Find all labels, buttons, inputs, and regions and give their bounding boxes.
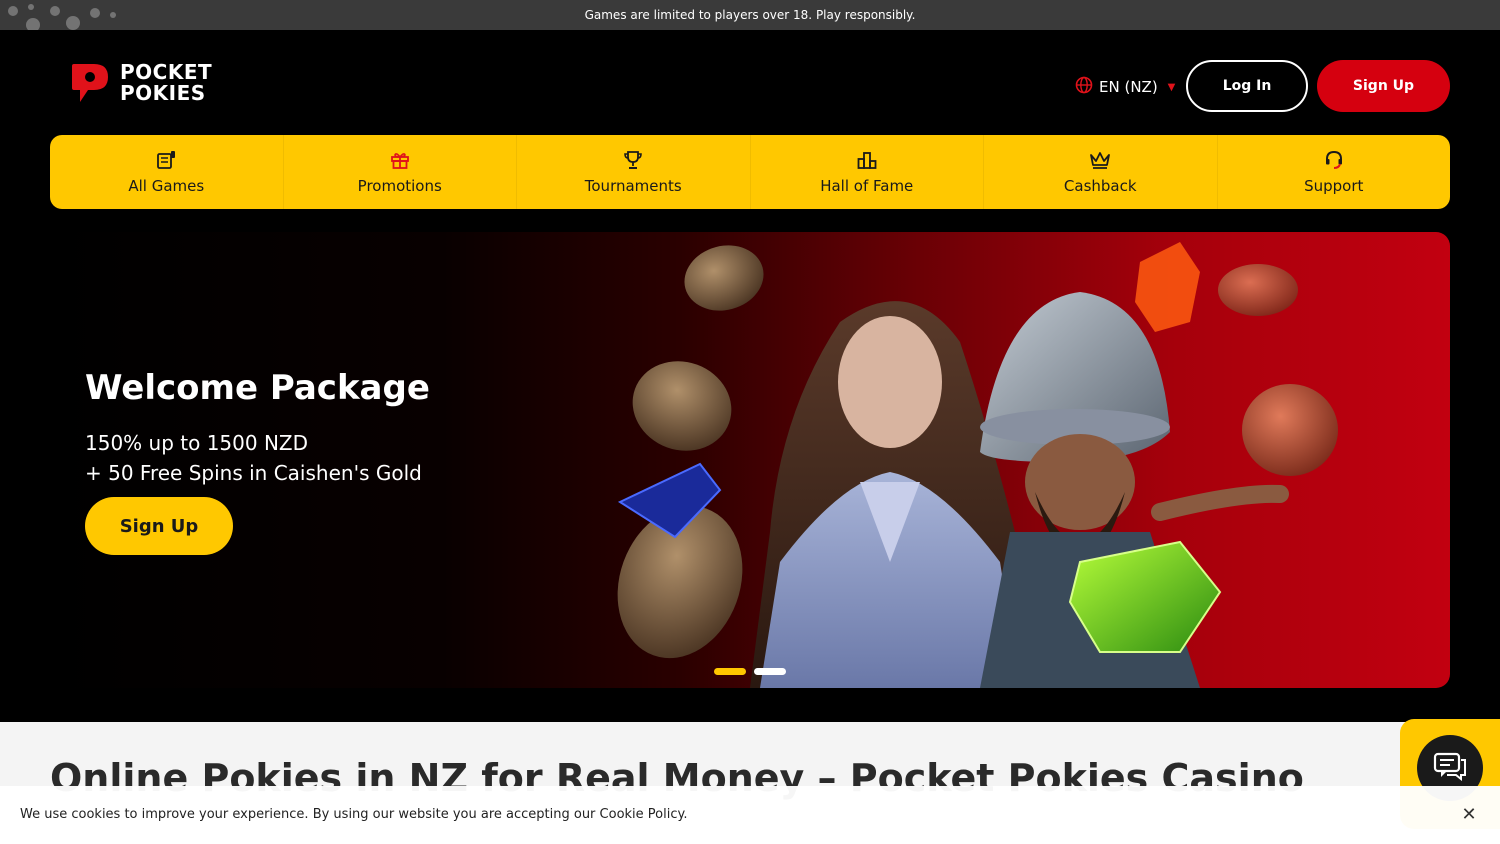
main-nav: All Games Promotions Tournaments Hall of… <box>50 135 1450 209</box>
decorative-dots <box>6 4 126 32</box>
trophy-icon <box>622 149 644 171</box>
nav-label: Support <box>1304 177 1364 195</box>
close-icon[interactable]: ✕ <box>1459 804 1479 825</box>
nav-item-promotions[interactable]: Promotions <box>284 135 517 209</box>
gift-icon <box>389 149 411 171</box>
hero-offer-line-2: + 50 Free Spins in Caishen's Gold <box>85 461 422 485</box>
logo-line-1: POCKET <box>120 60 213 84</box>
nav-item-cashback[interactable]: Cashback <box>984 135 1218 209</box>
nav-label: Promotions <box>357 177 442 195</box>
logo-wordmark: POCKET POKIES <box>120 62 212 104</box>
nav-label: All Games <box>128 177 205 195</box>
nav-item-support[interactable]: Support <box>1218 135 1451 209</box>
games-icon <box>155 149 177 171</box>
nav-label: Tournaments <box>584 177 682 195</box>
site-header: POCKET POKIES EN (NZ) ▼ Log In Sign Up <box>0 30 1500 135</box>
nav-item-tournaments[interactable]: Tournaments <box>517 135 751 209</box>
nav-item-hall-of-fame[interactable]: Hall of Fame <box>751 135 984 209</box>
chevron-down-icon: ▼ <box>1167 81 1176 93</box>
logo-line-2: POKIES <box>120 81 206 105</box>
headset-icon <box>1323 149 1345 171</box>
hero-offer-line-1: 150% up to 1500 NZD <box>85 431 309 455</box>
nav-label: Cashback <box>1063 177 1137 195</box>
site-logo[interactable]: POCKET POKIES <box>70 62 212 104</box>
nav-item-all-games[interactable]: All Games <box>50 135 284 209</box>
login-button[interactable]: Log In <box>1186 60 1308 112</box>
carousel-pager <box>714 668 786 675</box>
carousel-dot-1[interactable] <box>714 668 746 675</box>
hero-subtitle: 150% up to 1500 NZD + 50 Free Spins in C… <box>85 428 422 488</box>
hero-banner[interactable]: Welcome Package 150% up to 1500 NZD + 50… <box>50 232 1450 688</box>
crown-icon <box>1089 149 1111 171</box>
podium-icon <box>856 149 878 171</box>
hero-signup-button[interactable]: Sign Up <box>85 497 233 555</box>
hero-illustration <box>617 242 1338 688</box>
carousel-dot-2[interactable] <box>754 668 786 675</box>
language-selector[interactable]: EN (NZ) ▼ <box>1075 76 1175 98</box>
age-notice-text: Games are limited to players over 18. Pl… <box>584 8 916 22</box>
globe-icon <box>1075 76 1093 98</box>
nav-label: Hall of Fame <box>820 177 914 195</box>
cookie-banner: We use cookies to improve your experienc… <box>0 786 1500 844</box>
hero-title: Welcome Package <box>85 368 430 408</box>
language-label: EN (NZ) <box>1099 78 1158 96</box>
age-notice-bar: Games are limited to players over 18. Pl… <box>0 0 1500 32</box>
logo-mark-icon <box>70 62 110 104</box>
chat-icon <box>1433 751 1467 785</box>
signup-button[interactable]: Sign Up <box>1317 60 1450 112</box>
cookie-text: We use cookies to improve your experienc… <box>20 807 688 822</box>
